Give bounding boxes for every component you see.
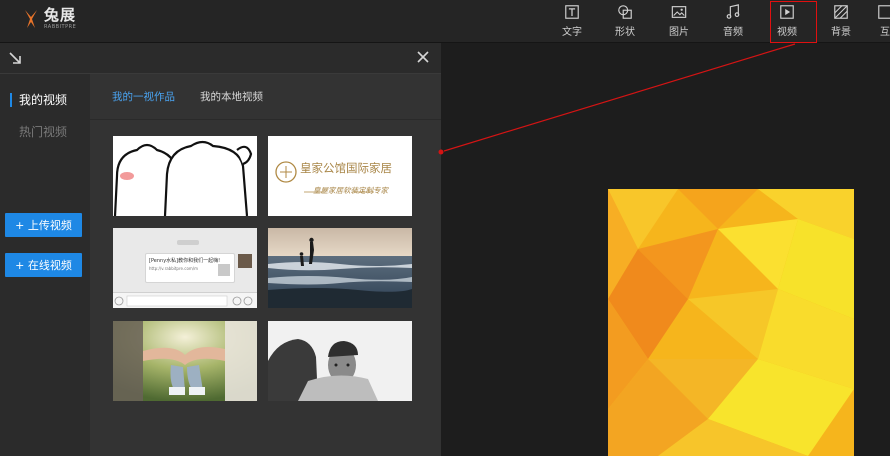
music-icon bbox=[726, 4, 740, 19]
video-panel: 我的视频 热门视频 + 上传视频 + 在线视频 我的一视作品 我的本地视频 皇家… bbox=[0, 43, 441, 456]
app-logo[interactable]: 兔展 RABBITPRE bbox=[22, 8, 76, 30]
tab-local-videos[interactable]: 我的本地视频 bbox=[200, 89, 263, 104]
tool-interact-label: 互 bbox=[880, 27, 890, 38]
online-video-button[interactable]: + 在线视频 bbox=[5, 253, 82, 277]
sidebar-item-hot-videos[interactable]: 热门视频 bbox=[19, 123, 67, 140]
active-indicator bbox=[10, 93, 12, 107]
shape-icon bbox=[618, 5, 632, 19]
tool-image-button[interactable]: 图片 bbox=[659, 4, 699, 38]
tab-my-works[interactable]: 我的一视作品 bbox=[112, 89, 175, 104]
panel-header bbox=[0, 43, 441, 74]
baby-shoes-image bbox=[113, 321, 257, 401]
collapse-arrow-icon[interactable] bbox=[8, 51, 22, 65]
video-tool-highlight bbox=[770, 1, 817, 43]
polygon-background-image bbox=[608, 189, 854, 456]
background-icon bbox=[834, 5, 848, 19]
tool-image-label: 图片 bbox=[669, 27, 689, 38]
beach-image bbox=[268, 228, 412, 308]
video-content: 我的一视作品 我的本地视频 皇家公馆国际家居 皇屋家居软装定制专家 [Penny… bbox=[90, 74, 441, 456]
chat-input-bar bbox=[113, 292, 257, 308]
cartoon-bears-image bbox=[113, 136, 257, 216]
top-toolbar: 兔展 RABBITPRE 文字 形状 图片 音频 视频 背景 互 bbox=[0, 0, 890, 43]
upload-video-button[interactable]: + 上传视频 bbox=[5, 213, 82, 237]
chat-thumb-icon bbox=[218, 264, 230, 276]
couple-image bbox=[268, 321, 412, 401]
chat-link: http://v.rabbitpre.com/m bbox=[149, 266, 199, 271]
avatar bbox=[238, 254, 252, 268]
video-sidebar: 我的视频 热门视频 + 上传视频 + 在线视频 bbox=[0, 74, 90, 456]
tool-shape-label: 形状 bbox=[615, 27, 635, 38]
chat-time-pill bbox=[177, 240, 199, 245]
luxury-title: 皇家公馆国际家居 bbox=[300, 161, 392, 175]
video-thumb-hands[interactable] bbox=[113, 321, 257, 401]
video-thumb-beach[interactable] bbox=[268, 228, 412, 308]
page-canvas[interactable] bbox=[608, 189, 854, 456]
app-name-en: RABBITPRE bbox=[44, 24, 77, 30]
tool-audio-button[interactable]: 音频 bbox=[713, 4, 753, 38]
tool-audio-label: 音频 bbox=[723, 27, 743, 38]
crest-logo-icon bbox=[275, 161, 374, 193]
text-icon bbox=[565, 5, 579, 19]
luxury-subtitle: 皇屋家居软装定制专家 bbox=[313, 186, 388, 195]
tool-interact-button[interactable]: 互 bbox=[870, 4, 890, 38]
video-thumb-couple[interactable] bbox=[268, 321, 412, 401]
image-icon bbox=[671, 6, 687, 18]
video-tabs: 我的一视作品 我的本地视频 bbox=[90, 74, 441, 120]
voice-icon bbox=[114, 295, 253, 307]
video-thumb-chat[interactable]: [Penny水私]教你和我们一起嗨! http://v.rabbitpre.co… bbox=[113, 228, 257, 308]
tool-text-button[interactable]: 文字 bbox=[552, 4, 592, 38]
tool-text-label: 文字 bbox=[562, 27, 582, 38]
interact-icon bbox=[878, 5, 890, 19]
tool-background-button[interactable]: 背景 bbox=[821, 4, 861, 38]
chat-text: [Penny水私]教你和我们一起嗨! bbox=[149, 258, 221, 264]
chat-bubble: [Penny水私]教你和我们一起嗨! http://v.rabbitpre.co… bbox=[145, 253, 235, 283]
app-name: 兔展 bbox=[44, 6, 77, 24]
rabbit-logo-icon bbox=[25, 10, 37, 28]
video-thumb-luxury[interactable]: 皇家公馆国际家居 皇屋家居软装定制专家 bbox=[268, 136, 412, 216]
sidebar-item-my-videos[interactable]: 我的视频 bbox=[19, 91, 67, 108]
video-thumb-cartoon[interactable] bbox=[113, 136, 257, 216]
close-icon[interactable] bbox=[417, 51, 429, 63]
tool-shape-button[interactable]: 形状 bbox=[605, 4, 645, 38]
tool-background-label: 背景 bbox=[831, 27, 851, 38]
